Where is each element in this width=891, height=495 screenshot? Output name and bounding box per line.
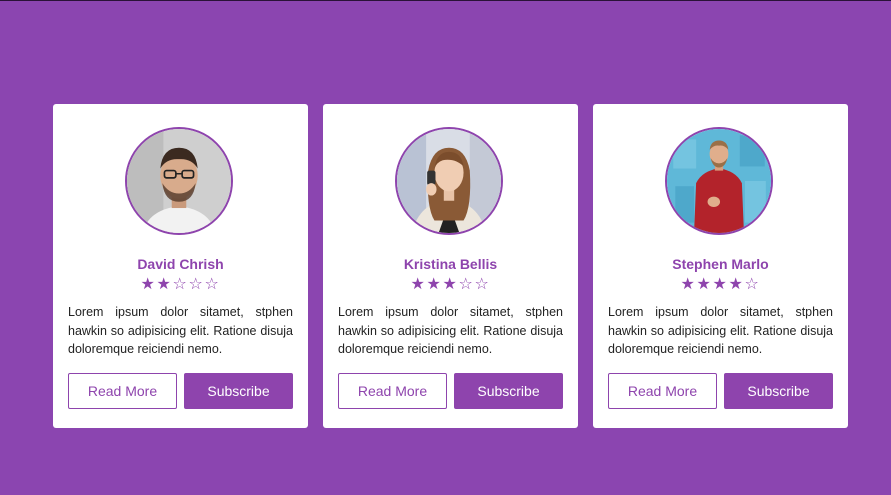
profile-description: Lorem ipsum dolor sitamet, stphen hawkin…	[608, 305, 833, 356]
man-with-glasses-avatar-icon	[127, 129, 231, 233]
star-rating: ★★★☆☆	[323, 276, 578, 294]
star-empty-icon: ☆	[172, 276, 189, 293]
star-filled-icon: ★	[712, 276, 729, 293]
profile-description: Lorem ipsum dolor sitamet, stphen hawkin…	[68, 305, 293, 356]
star-rating: ★★☆☆☆	[53, 276, 308, 294]
star-filled-icon: ★	[426, 276, 443, 293]
profile-description: Lorem ipsum dolor sitamet, stphen hawkin…	[338, 305, 563, 356]
subscribe-button[interactable]: Subscribe	[454, 373, 563, 409]
woman-on-phone-avatar-icon	[397, 129, 501, 233]
profile-cards-row: David Chrish ★★☆☆☆ Lorem ipsum dolor sit…	[53, 104, 848, 428]
star-empty-icon: ☆	[744, 276, 761, 293]
read-more-button[interactable]: Read More	[338, 373, 447, 409]
top-border-line	[0, 0, 891, 1]
read-more-button[interactable]: Read More	[68, 373, 177, 409]
star-filled-icon: ★	[442, 276, 459, 293]
man-red-sweater-avatar-icon	[667, 129, 771, 233]
star-filled-icon: ★	[696, 276, 713, 293]
star-filled-icon: ★	[410, 276, 427, 293]
star-empty-icon: ☆	[204, 276, 221, 293]
star-filled-icon: ★	[140, 276, 157, 293]
star-empty-icon: ☆	[474, 276, 491, 293]
profile-card: Kristina Bellis ★★★☆☆ Lorem ipsum dolor …	[323, 104, 578, 428]
avatar	[125, 127, 233, 235]
star-filled-icon: ★	[156, 276, 173, 293]
profile-name: David Chrish	[137, 256, 224, 272]
profile-name: Stephen Marlo	[672, 256, 769, 272]
read-more-button[interactable]: Read More	[608, 373, 717, 409]
profile-name: Kristina Bellis	[403, 256, 498, 272]
avatar	[395, 127, 503, 235]
profile-card: Stephen Marlo ★★★★☆ Lorem ipsum dolor si…	[593, 104, 848, 428]
star-empty-icon: ☆	[188, 276, 205, 293]
subscribe-button[interactable]: Subscribe	[724, 373, 833, 409]
star-filled-icon: ★	[680, 276, 697, 293]
avatar	[665, 127, 773, 235]
profile-card: David Chrish ★★☆☆☆ Lorem ipsum dolor sit…	[53, 104, 308, 428]
star-empty-icon: ☆	[458, 276, 475, 293]
subscribe-button[interactable]: Subscribe	[184, 373, 293, 409]
star-filled-icon: ★	[728, 276, 745, 293]
star-rating: ★★★★☆	[593, 276, 848, 294]
